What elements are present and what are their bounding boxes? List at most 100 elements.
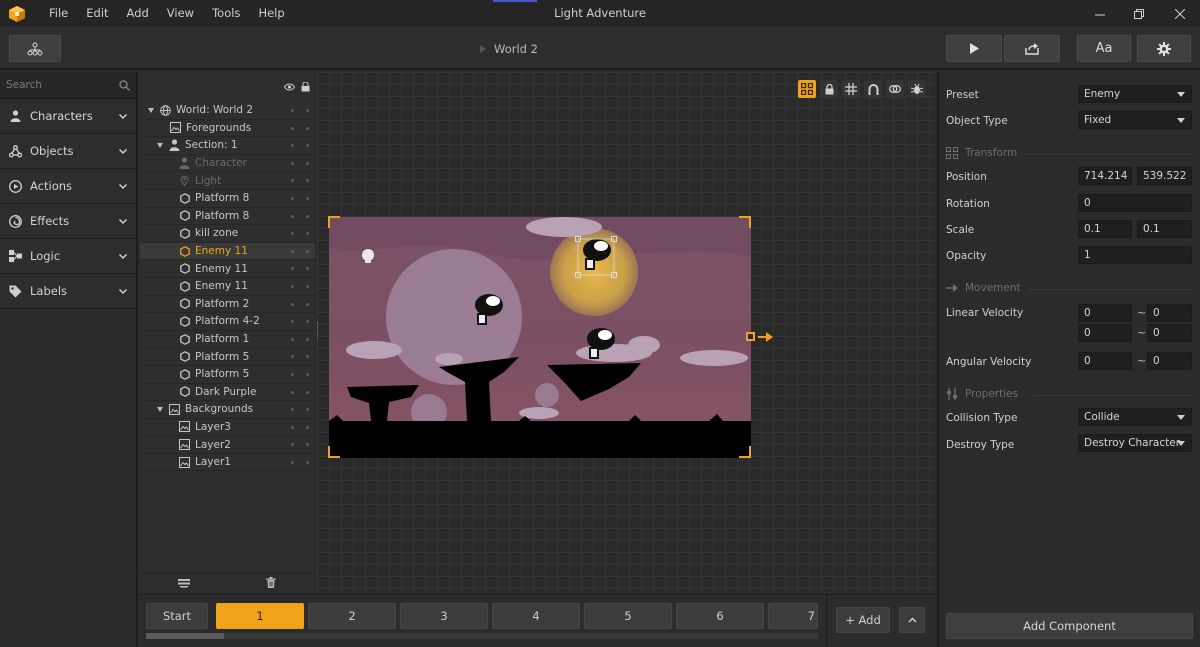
expand-triangle-icon[interactable] bbox=[148, 107, 154, 113]
lock-toggle[interactable] bbox=[306, 460, 309, 464]
visibility-toggle[interactable] bbox=[291, 214, 294, 218]
tree-row[interactable]: Backgrounds bbox=[140, 401, 315, 419]
angular-velocity-max-input[interactable]: 0 bbox=[1147, 352, 1192, 370]
tree-row[interactable]: Foregrounds bbox=[140, 120, 315, 138]
lock-toggle[interactable] bbox=[306, 179, 309, 183]
settings-button[interactable] bbox=[1137, 35, 1191, 62]
tree-row[interactable]: Enemy 11 bbox=[140, 278, 315, 296]
visibility-toggle[interactable] bbox=[291, 425, 294, 429]
properties-section-header[interactable]: Properties bbox=[946, 388, 1018, 400]
visibility-toggle[interactable] bbox=[291, 179, 294, 183]
linear-velocity-y-max-input[interactable]: 0 bbox=[1147, 324, 1192, 342]
category-characters[interactable]: Characters bbox=[0, 99, 136, 134]
tree-row[interactable]: Layer3 bbox=[140, 419, 315, 437]
visibility-toggle[interactable] bbox=[291, 390, 294, 394]
pages-scrollbar-thumb[interactable] bbox=[146, 633, 224, 639]
tree-row[interactable]: Platform 5 bbox=[140, 348, 315, 366]
page-button-7[interactable]: 7 bbox=[768, 603, 818, 629]
lock-toggle[interactable] bbox=[306, 267, 309, 271]
tree-row[interactable]: Platform 5 bbox=[140, 366, 315, 384]
lock-toggle[interactable] bbox=[306, 161, 309, 165]
scene-canvas[interactable] bbox=[317, 72, 935, 592]
section-resize-handle[interactable] bbox=[746, 332, 755, 341]
scale-x-input[interactable]: 0.1 bbox=[1078, 220, 1132, 238]
section-extend-arrow-icon[interactable] bbox=[758, 331, 774, 343]
visibility-toggle[interactable] bbox=[291, 355, 294, 359]
play-button[interactable] bbox=[946, 35, 1002, 62]
opacity-input[interactable]: 1 bbox=[1078, 246, 1192, 264]
page-button-4[interactable]: 4 bbox=[492, 603, 580, 629]
visibility-toggle[interactable] bbox=[291, 196, 294, 200]
pages-scrollbar[interactable] bbox=[146, 633, 818, 639]
linear-velocity-x-min-input[interactable]: 0 bbox=[1078, 304, 1132, 322]
visibility-toggle[interactable] bbox=[291, 161, 294, 165]
close-button[interactable] bbox=[1160, 0, 1200, 27]
visibility-toggle[interactable] bbox=[291, 337, 294, 341]
tree-row[interactable]: Enemy 11 bbox=[140, 242, 315, 261]
panel-splitter[interactable] bbox=[317, 322, 320, 340]
visibility-eye-icon[interactable] bbox=[284, 83, 295, 91]
expand-triangle-icon[interactable] bbox=[157, 406, 163, 412]
tree-row[interactable]: Dark Purple bbox=[140, 384, 315, 402]
menu-tools[interactable]: Tools bbox=[203, 0, 249, 27]
menu-view[interactable]: View bbox=[158, 0, 203, 27]
link-tool-button[interactable] bbox=[886, 80, 904, 98]
lock-toggle[interactable] bbox=[306, 144, 309, 148]
tree-row[interactable]: kill zone bbox=[140, 225, 315, 243]
minimize-button[interactable] bbox=[1080, 0, 1120, 27]
position-x-input[interactable]: 714.214 bbox=[1078, 167, 1132, 185]
position-y-input[interactable]: 539.522 bbox=[1137, 167, 1192, 185]
visibility-toggle[interactable] bbox=[291, 232, 294, 236]
lock-toggle[interactable] bbox=[306, 355, 309, 359]
lock-toggle[interactable] bbox=[306, 214, 309, 218]
menu-edit[interactable]: Edit bbox=[77, 0, 117, 27]
tree-row[interactable]: Enemy 11 bbox=[140, 260, 315, 278]
tree-row[interactable]: Layer1 bbox=[140, 454, 315, 472]
tree-row[interactable]: Platform 2 bbox=[140, 296, 315, 314]
menu-file[interactable]: File bbox=[40, 0, 77, 27]
transform-section-header[interactable]: Transform bbox=[946, 147, 1017, 159]
category-actions[interactable]: Actions bbox=[0, 169, 136, 204]
add-page-button[interactable]: + Add bbox=[836, 607, 890, 633]
lock-toggle[interactable] bbox=[306, 126, 309, 130]
delete-button[interactable] bbox=[228, 573, 316, 592]
select-tool-button[interactable] bbox=[798, 80, 816, 98]
category-labels[interactable]: Labels bbox=[0, 274, 136, 309]
expand-pages-button[interactable] bbox=[899, 607, 925, 633]
menu-help[interactable]: Help bbox=[249, 0, 293, 27]
linear-velocity-y-min-input[interactable]: 0 bbox=[1078, 324, 1132, 342]
font-button[interactable]: Aa bbox=[1077, 35, 1131, 62]
tree-row[interactable]: Platform 8 bbox=[140, 208, 315, 226]
visibility-toggle[interactable] bbox=[291, 267, 294, 271]
angular-velocity-min-input[interactable]: 0 bbox=[1078, 352, 1132, 370]
visibility-toggle[interactable] bbox=[291, 460, 294, 464]
lock-icon[interactable] bbox=[301, 82, 310, 92]
tree-row[interactable]: Character bbox=[140, 155, 315, 173]
lock-toggle[interactable] bbox=[306, 109, 309, 112]
visibility-toggle[interactable] bbox=[291, 302, 294, 306]
lock-toggle[interactable] bbox=[306, 249, 309, 253]
visibility-toggle[interactable] bbox=[291, 144, 294, 148]
layers-button[interactable] bbox=[140, 573, 228, 592]
visibility-toggle[interactable] bbox=[291, 284, 294, 288]
breadcrumb-world[interactable]: World 2 bbox=[494, 42, 538, 56]
tree-row[interactable]: Layer2 bbox=[140, 436, 315, 454]
maximize-button[interactable] bbox=[1119, 0, 1159, 27]
tree-row[interactable]: Light bbox=[140, 172, 315, 190]
visibility-toggle[interactable] bbox=[291, 320, 294, 324]
visibility-toggle[interactable] bbox=[291, 126, 294, 130]
rotation-input[interactable]: 0 bbox=[1078, 194, 1192, 212]
tree-row[interactable]: World: World 2 bbox=[140, 102, 315, 120]
page-button-2[interactable]: 2 bbox=[308, 603, 396, 629]
category-logic[interactable]: Logic bbox=[0, 239, 136, 274]
destroy-type-dropdown[interactable]: Destroy Character bbox=[1078, 434, 1192, 452]
lock-toggle[interactable] bbox=[306, 390, 309, 394]
preset-dropdown[interactable]: Enemy bbox=[1078, 85, 1192, 103]
lock-toggle[interactable] bbox=[306, 337, 309, 341]
lock-toggle[interactable] bbox=[306, 372, 309, 376]
start-page-button[interactable]: Start bbox=[146, 603, 208, 629]
export-button[interactable] bbox=[1004, 35, 1060, 62]
grid-tool-button[interactable] bbox=[842, 80, 860, 98]
scene-preview[interactable] bbox=[329, 217, 751, 458]
lock-toggle[interactable] bbox=[306, 443, 309, 447]
